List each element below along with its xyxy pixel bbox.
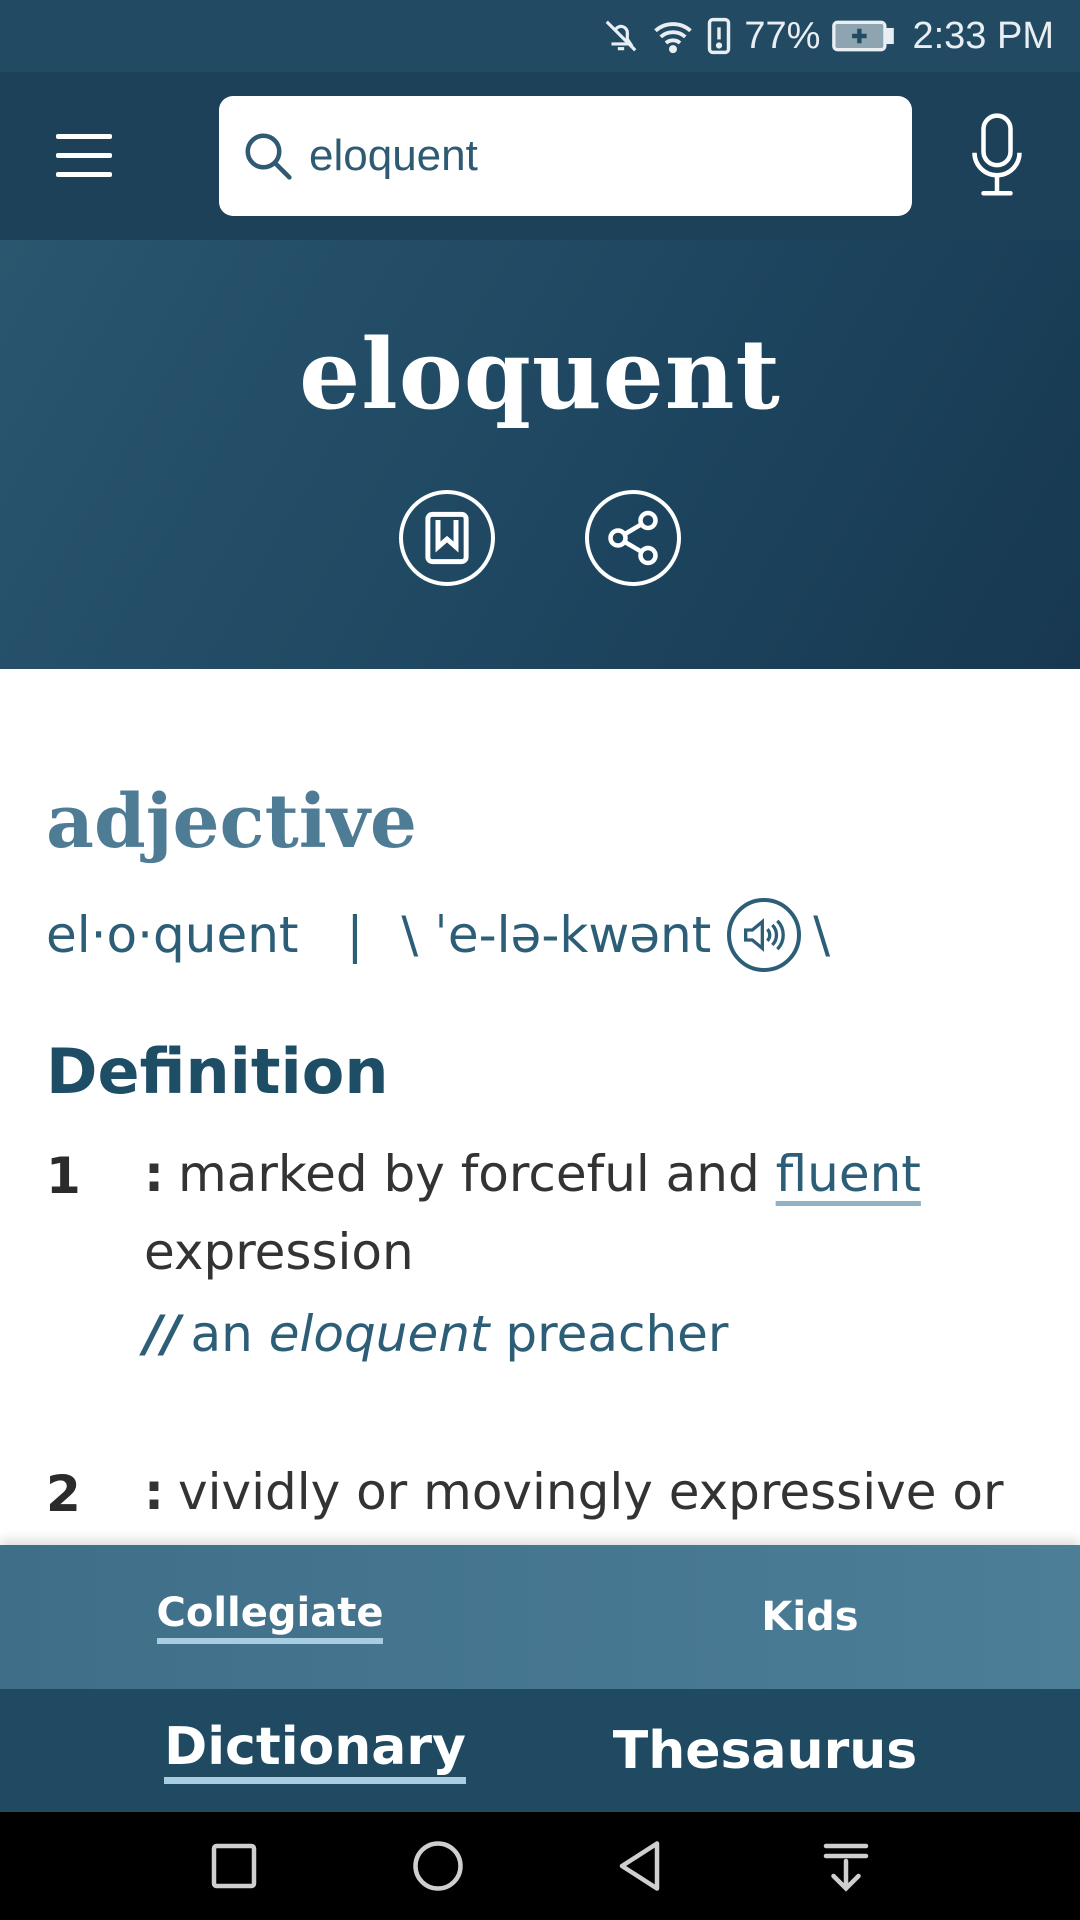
tab-collegiate-label: Collegiate <box>156 1590 384 1644</box>
bookmark-button[interactable] <box>399 490 495 586</box>
pronunciation: \ ˈe-lə-kwənt <box>401 906 712 964</box>
tab-dictionary[interactable]: Dictionary <box>130 1689 500 1812</box>
alert-icon <box>708 17 731 55</box>
fluent-link[interactable]: fluent <box>776 1145 921 1203</box>
sense-text-2: : vividly or movingly expressive or <box>144 1453 1044 1531</box>
back-triangle-icon[interactable] <box>612 1836 672 1896</box>
sense-text-1: : marked by forceful and fluent expressio… <box>144 1135 1044 1291</box>
headword-title: eloquent <box>299 318 781 431</box>
reference-tabs: Dictionary Thesaurus <box>0 1689 1080 1812</box>
pronunciation-close: \ <box>813 906 831 964</box>
wifi-icon <box>654 22 693 54</box>
definition-heading: Definition <box>46 1035 389 1108</box>
example-post: preacher <box>489 1305 729 1363</box>
home-circle-icon[interactable] <box>408 1836 468 1896</box>
sense-text: vividly or movingly expressive or <box>178 1463 1004 1521</box>
bookmark-icon <box>425 511 469 565</box>
pronunciation-line: el·o·quent | \ ˈe-lə-kwənt \ <box>46 895 830 975</box>
example-slashes: // <box>144 1305 181 1363</box>
tab-thesaurus[interactable]: Thesaurus <box>580 1689 950 1812</box>
tab-thesaurus-label: Thesaurus <box>612 1720 918 1781</box>
battery-percent: 77% <box>744 14 821 57</box>
sense-number-1: 1 <box>46 1147 81 1205</box>
search-icon <box>245 133 292 180</box>
system-nav-bar <box>0 1812 1080 1920</box>
tab-kids[interactable]: Kids <box>640 1545 980 1689</box>
recents-square-icon[interactable] <box>204 1836 264 1896</box>
dictionary-level-tabs: Collegiate Kids <box>0 1545 1080 1689</box>
menu-icon[interactable] <box>56 134 112 178</box>
sense-colon: : <box>144 1463 164 1521</box>
app-bar <box>0 72 1080 240</box>
microphone-icon[interactable] <box>970 112 1024 198</box>
speaker-icon <box>744 918 786 952</box>
search-input[interactable] <box>309 131 869 181</box>
search-box[interactable] <box>219 96 912 216</box>
separator: | <box>346 906 364 964</box>
clock: 2:33 PM <box>912 14 1054 57</box>
sense-colon: : <box>144 1145 164 1203</box>
example-word: eloquent <box>268 1305 490 1363</box>
sense-number-2: 2 <box>46 1465 81 1523</box>
entry-content: adjective el·o·quent | \ ˈe-lə-kwənt \ D… <box>0 669 1080 1539</box>
tab-kids-label: Kids <box>761 1594 859 1640</box>
sense-text-before: marked by forceful and <box>178 1145 776 1203</box>
battery-charging-icon <box>832 20 895 52</box>
sense-text-after: expression <box>144 1223 414 1281</box>
notification-drawer-icon[interactable] <box>816 1836 876 1896</box>
headword-banner: eloquent <box>0 240 1080 669</box>
example-pre: an <box>190 1305 269 1363</box>
mute-icon <box>606 20 637 52</box>
audio-button[interactable] <box>727 898 802 972</box>
usage-example: //an eloquent preacher <box>144 1305 729 1363</box>
syllables: el·o·quent <box>46 906 299 964</box>
tab-dictionary-label: Dictionary <box>164 1717 466 1784</box>
tab-collegiate[interactable]: Collegiate <box>100 1545 440 1689</box>
share-icon <box>608 510 658 566</box>
part-of-speech: adjective <box>46 779 417 865</box>
status-bar: 77% 2:33 PM <box>0 0 1080 72</box>
share-button[interactable] <box>585 490 681 586</box>
